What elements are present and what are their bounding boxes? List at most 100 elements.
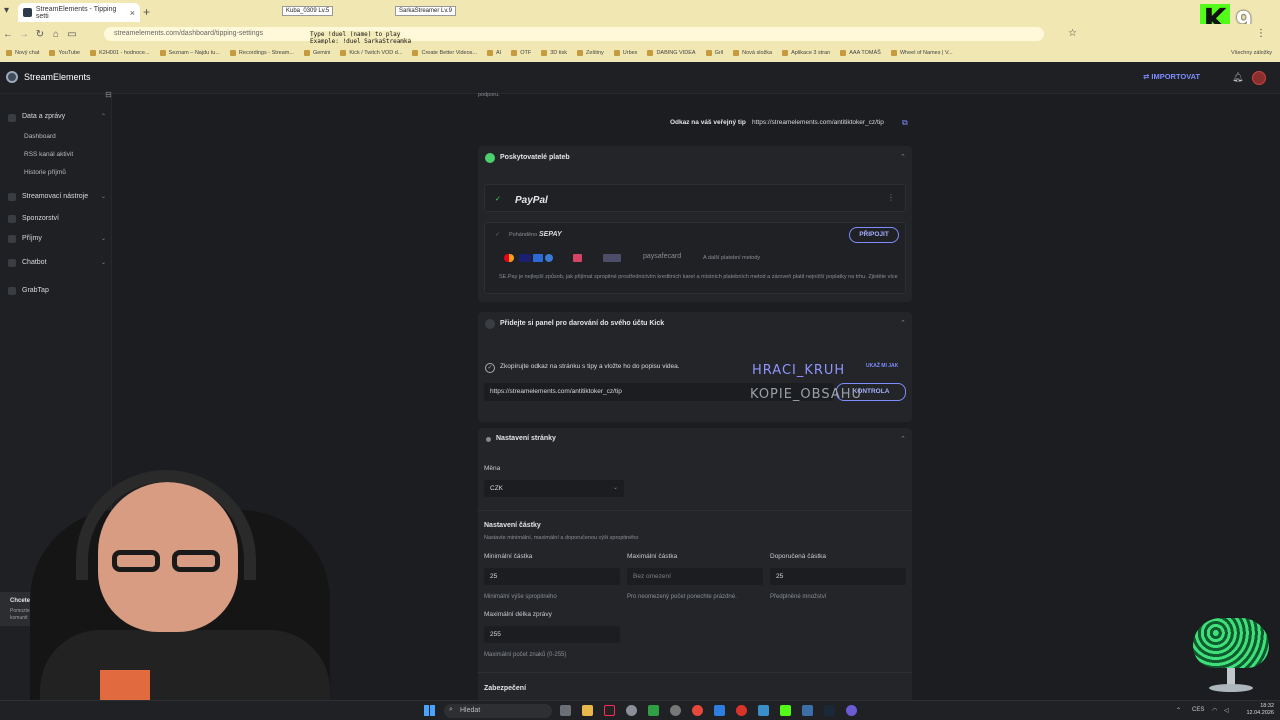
amex-icon bbox=[533, 254, 543, 262]
back-icon[interactable]: ← bbox=[0, 29, 16, 40]
chatbot-icon bbox=[8, 259, 16, 267]
chevron-up-icon[interactable]: ⌃ bbox=[900, 153, 906, 161]
avatar[interactable] bbox=[1252, 71, 1266, 85]
task-view-icon[interactable] bbox=[560, 705, 571, 716]
tray-chevron-icon[interactable]: ⌃ bbox=[1176, 707, 1181, 714]
webcam-overlay bbox=[0, 470, 330, 720]
bookmark-item[interactable]: Nový chat bbox=[6, 50, 39, 56]
sidebar-item-sponsorship[interactable]: Sponzorství bbox=[22, 215, 106, 222]
browser-tab-active[interactable]: StreamElements - Tipping setti × bbox=[18, 3, 140, 22]
sponsorship-icon bbox=[8, 215, 16, 223]
copy-icon[interactable]: ⧉ bbox=[902, 118, 908, 128]
sidebar-item-dashboard[interactable]: Dashboard bbox=[24, 133, 56, 140]
app-icon[interactable] bbox=[714, 705, 725, 716]
paypal-card[interactable]: ✓ PayPal ⋮ bbox=[484, 184, 906, 212]
bookmark-item[interactable]: Wheel of Names | V... bbox=[891, 50, 953, 56]
bookmark-item[interactable]: Gril bbox=[706, 50, 724, 56]
steam-icon[interactable] bbox=[824, 705, 835, 716]
browser-menu-icon[interactable]: ⋮ bbox=[1256, 28, 1266, 39]
min-amount-input[interactable]: 25 bbox=[484, 568, 620, 585]
sidebar-item-income[interactable]: Příjmy ⌄ bbox=[22, 235, 106, 242]
bookmark-item[interactable]: K2H001 - hodnoce... bbox=[90, 50, 149, 56]
recommended-amount-input[interactable]: 25 bbox=[770, 568, 906, 585]
bookmark-item[interactable]: Seznam – Najdu tu... bbox=[160, 50, 220, 56]
reload-icon[interactable]: ↻ bbox=[32, 29, 48, 40]
min-amount-hint: Minimální výše spropitného bbox=[484, 594, 557, 600]
brand[interactable]: StreamElements bbox=[6, 71, 91, 83]
tab-menu-icon[interactable]: ▾ bbox=[4, 5, 9, 16]
app-icon[interactable] bbox=[758, 705, 769, 716]
sidebar-collapse-icon[interactable]: ⊟ bbox=[105, 90, 112, 99]
bookmark-star-icon[interactable]: ☆ bbox=[1068, 28, 1077, 39]
sidebar-item-streaming-tools[interactable]: Streamovací nástroje ⌄ bbox=[22, 193, 106, 200]
windows-start-icon[interactable] bbox=[424, 705, 435, 716]
bookmark-item[interactable]: AAA TOMÁŠ bbox=[840, 50, 881, 56]
bookmark-item[interactable]: Aplikace 3 stran bbox=[782, 50, 830, 56]
bell-icon[interactable]: 🔔︎ bbox=[1232, 72, 1243, 83]
chrome-icon[interactable] bbox=[692, 705, 703, 716]
chevron-up-icon[interactable]: ⌃ bbox=[900, 319, 906, 327]
tab-close-icon[interactable]: × bbox=[130, 8, 135, 18]
bookmarks-bar: Nový chat YouTube K2H001 - hodnoce... Sezna… bbox=[0, 44, 1280, 62]
file-explorer-icon[interactable] bbox=[582, 705, 593, 716]
learn-more-link[interactable]: Zjistěte více bbox=[868, 274, 897, 280]
opera-icon[interactable] bbox=[736, 705, 747, 716]
bookmark-item[interactable]: DABING VIDEA bbox=[647, 50, 695, 56]
url-bar[interactable]: streamelements.com/dashboard/tipping-set… bbox=[104, 27, 1044, 41]
bookmark-item[interactable]: Nová složka bbox=[733, 50, 772, 56]
tiktok-icon[interactable] bbox=[604, 705, 615, 716]
settings-icon[interactable] bbox=[626, 705, 637, 716]
watermark-kopie-obsahu: KOPIE_OBSAHU bbox=[750, 387, 863, 402]
bookmark-item[interactable]: Zeštiny bbox=[577, 50, 604, 56]
app-icon[interactable] bbox=[670, 705, 681, 716]
xbox-icon[interactable] bbox=[648, 705, 659, 716]
watermark-hraci-kruh: HRACI_KRUH bbox=[752, 363, 846, 378]
message-length-input[interactable]: 255 bbox=[484, 626, 620, 643]
check-circle-icon bbox=[485, 153, 495, 163]
sidepanel-icon[interactable]: ▭ bbox=[64, 29, 80, 40]
sidebar-item-rss[interactable]: RSS kanál aktivit bbox=[24, 151, 73, 158]
volume-icon[interactable]: ◁ bbox=[1224, 707, 1229, 714]
clock[interactable]: 18:32 12.04.2026 bbox=[1238, 703, 1274, 717]
home-icon[interactable]: ⌂ bbox=[48, 29, 64, 40]
bookmark-item[interactable]: Recordings - Stream... bbox=[230, 50, 294, 56]
chevron-down-icon: ⌄ bbox=[612, 485, 618, 491]
new-tab-icon[interactable]: + bbox=[143, 5, 150, 19]
taskbar-search[interactable]: ⌕ Hledat bbox=[444, 704, 552, 718]
url-text: streamelements.com/dashboard/tipping-set… bbox=[114, 30, 264, 37]
chevron-up-icon[interactable]: ⌃ bbox=[900, 435, 906, 443]
public-tip-url[interactable]: https://streamelements.com/antitiktoker_… bbox=[752, 119, 884, 126]
bookmark-item[interactable]: Urbex bbox=[614, 50, 638, 56]
bookmark-item[interactable]: AI bbox=[487, 50, 501, 56]
check-circle-icon: ✓ bbox=[485, 363, 495, 373]
glass-bowl bbox=[1193, 618, 1269, 668]
bookmark-item[interactable]: Kick / Twitch VOD d... bbox=[340, 50, 402, 56]
lang-indicator[interactable]: CES bbox=[1192, 707, 1204, 713]
search-icon: ⌕ bbox=[449, 706, 453, 713]
bookmark-item[interactable]: OTF bbox=[511, 50, 531, 56]
sidebar-item-chatbot[interactable]: Chatbot ⌄ bbox=[22, 259, 106, 266]
sidebar-item-data[interactable]: Data a zprávy ⌃ bbox=[22, 113, 106, 120]
chevron-down-icon: ⌄ bbox=[100, 260, 106, 266]
kick-icon[interactable] bbox=[780, 705, 791, 716]
app-icon[interactable] bbox=[846, 705, 857, 716]
sidebar-item-income-history[interactable]: Historie příjmů bbox=[24, 169, 66, 176]
max-amount-input[interactable]: Bez omezení bbox=[627, 568, 763, 585]
all-bookmarks[interactable]: Všechny záložky bbox=[1231, 50, 1272, 56]
app-icon[interactable] bbox=[802, 705, 813, 716]
streamelements-logo-icon bbox=[6, 71, 18, 83]
forward-icon[interactable]: → bbox=[16, 29, 32, 40]
payment-providers-panel: Poskytovatelé plateb ⌃ ✓ PayPal ⋮ ✓ Pohá… bbox=[478, 146, 912, 302]
security-title: Zabezpečení bbox=[484, 685, 527, 692]
bookmark-item[interactable]: YouTube bbox=[49, 50, 80, 56]
currency-select[interactable]: CZK ⌄ bbox=[484, 480, 624, 497]
bookmark-item[interactable]: 3D tisk bbox=[541, 50, 567, 56]
sidebar-item-grabtap[interactable]: GrabTap bbox=[22, 287, 106, 294]
bookmark-item[interactable]: Gemini bbox=[304, 50, 330, 56]
connect-button[interactable]: PŘIPOJIT bbox=[849, 227, 899, 243]
show-me-link[interactable]: UKAŽ MI JAK bbox=[866, 363, 898, 369]
more-options-icon[interactable]: ⋮ bbox=[887, 193, 895, 202]
bookmark-item[interactable]: Create Better Videos... bbox=[412, 50, 477, 56]
wifi-icon[interactable]: ◠ bbox=[1212, 707, 1217, 714]
import-button[interactable]: ⇄ IMPORTOVAT bbox=[1143, 72, 1200, 81]
